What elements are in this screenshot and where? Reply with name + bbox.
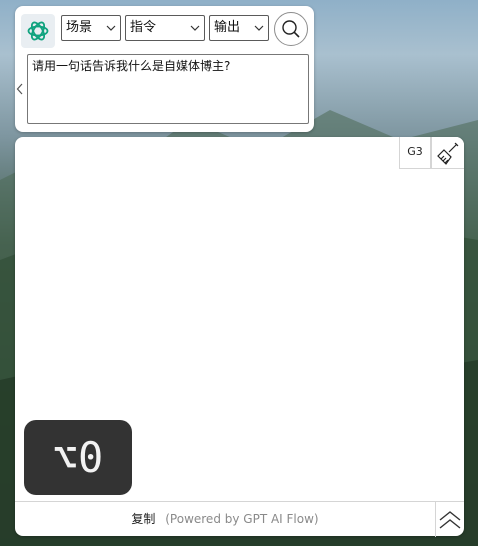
footer-text: 复制 (Powered by GPT AI Flow) (15, 502, 435, 537)
command-select[interactable]: 指令 (125, 15, 205, 41)
chevron-left-icon (16, 83, 23, 95)
clear-output-button[interactable] (431, 137, 464, 169)
search-icon (282, 20, 300, 38)
scene-select-value: 场景 (66, 20, 93, 35)
collapse-panel-button[interactable] (15, 82, 25, 96)
double-chevron-up-icon (439, 510, 461, 529)
chevron-down-icon (106, 25, 116, 31)
scroll-to-top-button[interactable] (435, 502, 464, 537)
prompt-input[interactable]: 请用一句话告诉我什么是自媒体博主? (27, 54, 309, 124)
powered-by-label: (Powered by GPT AI Flow) (165, 512, 319, 526)
chevron-down-icon (190, 25, 200, 31)
chevron-down-icon (254, 25, 264, 31)
output-select[interactable]: 输出 (209, 15, 269, 41)
broom-icon (437, 142, 459, 165)
scene-select[interactable]: 场景 (61, 15, 121, 41)
openai-logo-icon[interactable] (21, 14, 55, 48)
input-toolbar-panel: 场景 指令 输出 请用一句话告诉我什么是自媒体博主? (15, 6, 314, 132)
output-footer: 复制 (Powered by GPT AI Flow) (15, 501, 464, 537)
search-button[interactable] (274, 12, 308, 46)
copy-button[interactable]: 复制 (131, 512, 155, 526)
command-select-value: 指令 (130, 20, 157, 35)
output-select-value: 输出 (214, 20, 241, 35)
model-badge-button[interactable]: G3 (399, 137, 431, 169)
shortcut-keys: ⌥0 (52, 433, 104, 482)
keyboard-shortcut-overlay: ⌥0 (24, 420, 132, 495)
